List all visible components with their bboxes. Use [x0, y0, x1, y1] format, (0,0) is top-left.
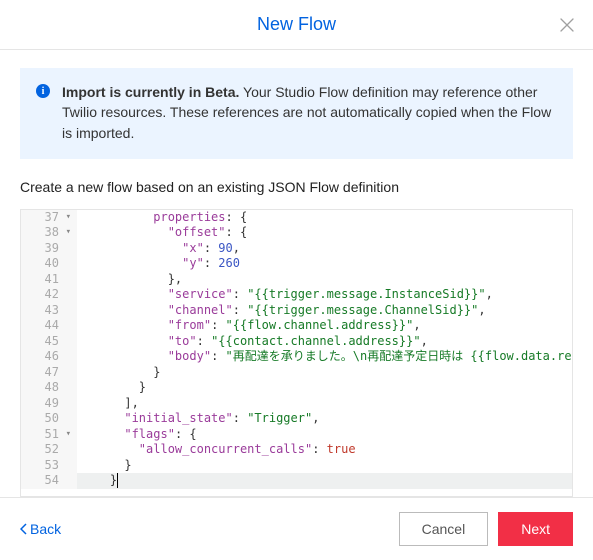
fold-toggle-icon[interactable]: ▾ [66, 427, 71, 443]
modal-header: New Flow [0, 0, 593, 50]
code-line[interactable]: 52 "allow_concurrent_calls": true [21, 442, 572, 458]
info-icon: i [36, 84, 50, 98]
line-number: 54 [21, 473, 63, 489]
line-number: 50 [21, 411, 63, 427]
code-line[interactable]: 43 "channel": "{{trigger.message.Channel… [21, 303, 572, 319]
code-line[interactable]: 40 "y": 260 [21, 256, 572, 272]
code-line[interactable]: 49 ], [21, 396, 572, 412]
code-line[interactable]: 47 } [21, 365, 572, 381]
modal-content: i Import is currently in Beta. Your Stud… [0, 50, 593, 497]
code-line[interactable]: 46 "body": "再配達を承りました。\n再配達予定日時は {{flow.… [21, 349, 572, 365]
code-content[interactable]: "body": "再配達を承りました。\n再配達予定日時は {{flow.dat… [77, 349, 572, 365]
code-line[interactable]: 51▾ "flags": { [21, 427, 572, 443]
code-content[interactable]: } [77, 473, 572, 489]
modal-title: New Flow [257, 14, 336, 35]
json-editor[interactable]: 37▾ properties: {38▾ "offset": {39 "x": … [20, 209, 573, 497]
line-number: 38▾ [21, 225, 63, 241]
line-number: 42 [21, 287, 63, 303]
line-number: 48 [21, 380, 63, 396]
code-content[interactable]: } [77, 380, 572, 396]
code-line[interactable]: 42 "service": "{{trigger.message.Instanc… [21, 287, 572, 303]
info-strong: Import is currently in Beta. [62, 84, 239, 100]
cursor [117, 473, 118, 488]
back-button[interactable]: Back [20, 521, 61, 537]
code-line[interactable]: 48 } [21, 380, 572, 396]
line-number: 47 [21, 365, 63, 381]
line-number: 43 [21, 303, 63, 319]
code-content[interactable]: } [77, 365, 572, 381]
line-number: 51▾ [21, 427, 63, 443]
line-number: 46 [21, 349, 63, 365]
code-content[interactable]: "flags": { [77, 427, 572, 443]
info-text: Import is currently in Beta. Your Studio… [62, 82, 557, 143]
code-content[interactable]: ], [77, 396, 572, 412]
close-button[interactable] [557, 15, 577, 35]
fold-toggle-icon[interactable]: ▾ [66, 225, 71, 241]
info-banner: i Import is currently in Beta. Your Stud… [20, 68, 573, 159]
chevron-left-icon [20, 523, 28, 535]
code-content[interactable]: "to": "{{contact.channel.address}}", [77, 334, 572, 350]
code-line[interactable]: 37▾ properties: { [21, 210, 572, 226]
code-line[interactable]: 54 } [21, 473, 572, 489]
code-content[interactable]: "from": "{{flow.channel.address}}", [77, 318, 572, 334]
line-number: 39 [21, 241, 63, 257]
code-content[interactable]: "service": "{{trigger.message.InstanceSi… [77, 287, 572, 303]
code-line[interactable]: 45 "to": "{{contact.channel.address}}", [21, 334, 572, 350]
code-line[interactable]: 39 "x": 90, [21, 241, 572, 257]
line-number: 37▾ [21, 210, 63, 226]
footer-actions: Cancel Next [399, 512, 573, 546]
code-line[interactable]: 38▾ "offset": { [21, 225, 572, 241]
line-number: 45 [21, 334, 63, 350]
code-content[interactable]: }, [77, 272, 572, 288]
line-number: 40 [21, 256, 63, 272]
code-line[interactable]: 53 } [21, 458, 572, 474]
code-content[interactable]: "x": 90, [77, 241, 572, 257]
subtitle: Create a new flow based on an existing J… [20, 179, 573, 195]
code-line[interactable]: 44 "from": "{{flow.channel.address}}", [21, 318, 572, 334]
line-number: 52 [21, 442, 63, 458]
code-content[interactable]: properties: { [77, 210, 572, 226]
line-number: 49 [21, 396, 63, 412]
code-content[interactable]: "initial_state": "Trigger", [77, 411, 572, 427]
close-icon [560, 18, 574, 32]
line-number: 41 [21, 272, 63, 288]
code-content[interactable]: "channel": "{{trigger.message.ChannelSid… [77, 303, 572, 319]
modal-footer: Back Cancel Next [0, 497, 593, 560]
code-content[interactable]: } [77, 458, 572, 474]
line-number: 44 [21, 318, 63, 334]
line-number: 53 [21, 458, 63, 474]
code-line[interactable]: 50 "initial_state": "Trigger", [21, 411, 572, 427]
code-line[interactable]: 41 }, [21, 272, 572, 288]
code-content[interactable]: "offset": { [77, 225, 572, 241]
next-button[interactable]: Next [498, 512, 573, 546]
code-content[interactable]: "y": 260 [77, 256, 572, 272]
cancel-button[interactable]: Cancel [399, 512, 489, 546]
code-content[interactable]: "allow_concurrent_calls": true [77, 442, 572, 458]
back-label: Back [30, 521, 61, 537]
fold-toggle-icon[interactable]: ▾ [66, 210, 71, 226]
